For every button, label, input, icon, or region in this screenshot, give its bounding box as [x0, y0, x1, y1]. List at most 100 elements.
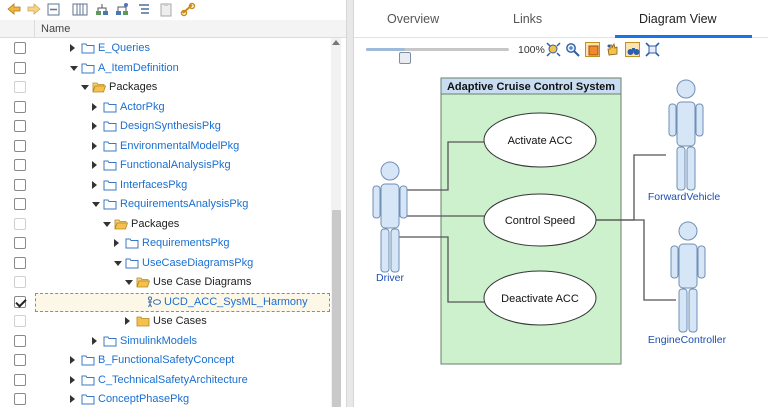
tree-row-label[interactable]: InterfacesPkg	[120, 179, 187, 191]
collapse-arrow-icon[interactable]	[114, 260, 122, 266]
tree-row[interactable]: UseCaseDiagramsPkg	[0, 254, 330, 273]
tree-row[interactable]: RequirementsPkg	[0, 234, 330, 253]
scroll-up-icon[interactable]	[332, 40, 340, 45]
expand-arrow-icon[interactable]	[92, 102, 97, 111]
tree-row-label[interactable]: ConceptPhasePkg	[98, 393, 189, 405]
list-icon[interactable]	[136, 2, 152, 17]
diagram-canvas[interactable]: Adaptive Cruise Control System Activate …	[354, 62, 768, 407]
fit-to-window-icon[interactable]	[546, 42, 561, 57]
tree-row-label[interactable]: B_FunctionalSafetyConcept	[98, 354, 234, 366]
tree-row-label[interactable]: UseCaseDiagramsPkg	[142, 257, 253, 269]
tree-row[interactable]: InterfacesPkg	[0, 176, 330, 195]
row-checkbox[interactable]	[14, 100, 26, 113]
tree-scrollbar[interactable]	[331, 38, 341, 407]
expand-arrow-icon[interactable]	[125, 317, 130, 325]
folder-icon	[81, 374, 95, 386]
expand-arrow-icon[interactable]	[92, 336, 97, 345]
actor-engine-controller[interactable]	[670, 221, 706, 333]
row-checkbox[interactable]	[14, 334, 26, 347]
expand-arrow-icon[interactable]	[114, 239, 119, 247]
tree-row[interactable]: Packages	[0, 78, 330, 97]
row-checkbox[interactable]	[14, 178, 26, 191]
expand-arrow-icon[interactable]	[70, 356, 75, 364]
clipboard-icon[interactable]	[158, 2, 174, 17]
row-checkbox[interactable]	[14, 42, 26, 54]
actor-forward-vehicle[interactable]	[668, 79, 704, 191]
columns-icon[interactable]	[72, 2, 88, 17]
expand-arrow-icon[interactable]	[92, 180, 97, 189]
row-checkbox[interactable]	[14, 315, 26, 327]
tree-row-label[interactable]: EnvironmentalModelPkg	[120, 140, 239, 152]
link-icon[interactable]	[180, 2, 196, 17]
tree-row-label[interactable]: DesignSynthesisPkg	[120, 120, 221, 132]
row-checkbox[interactable]	[14, 295, 26, 308]
collapse-arrow-icon[interactable]	[92, 202, 100, 207]
tree-row[interactable]: FunctionalAnalysisPkg	[0, 156, 330, 175]
tree-row-label[interactable]: FunctionalAnalysisPkg	[120, 159, 231, 171]
expand-arrow-icon[interactable]	[92, 122, 97, 130]
tree-row-label[interactable]: ActorPkg	[120, 101, 165, 113]
hierarchy-icon[interactable]	[94, 2, 110, 17]
row-checkbox[interactable]	[14, 61, 26, 74]
tree-row[interactable]: A_ItemDefinition	[0, 59, 330, 78]
expand-arrow-icon[interactable]	[70, 395, 75, 403]
collapse-arrow-icon[interactable]	[81, 85, 89, 90]
row-checkbox[interactable]	[14, 354, 26, 366]
collapse-arrow-icon[interactable]	[125, 280, 133, 285]
expand-arrow-icon[interactable]	[70, 375, 75, 384]
scrollbar-thumb[interactable]	[332, 210, 341, 407]
expand-canvas-icon[interactable]	[645, 42, 660, 57]
row-checkbox[interactable]	[14, 393, 26, 405]
tree-row[interactable]: E_Queries	[0, 39, 330, 58]
tree-row-label[interactable]: RequirementsPkg	[142, 237, 229, 249]
row-checkbox[interactable]	[14, 159, 26, 171]
row-checkbox[interactable]	[14, 256, 26, 269]
tree-row[interactable]: ActorPkg	[0, 98, 330, 117]
tab-diagram-view[interactable]: Diagram View	[639, 12, 717, 26]
overview-binoculars-icon[interactable]	[625, 42, 640, 57]
tree-row[interactable]: B_FunctionalSafetyConcept	[0, 351, 330, 370]
row-checkbox[interactable]	[14, 373, 26, 386]
back-arrow-icon[interactable]	[6, 2, 22, 17]
row-checkbox[interactable]	[14, 276, 26, 288]
row-checkbox[interactable]	[14, 237, 26, 249]
hierarchy-filter-icon[interactable]	[114, 2, 130, 17]
tree-row-label[interactable]: A_ItemDefinition	[98, 62, 179, 74]
tree-row[interactable]: UCD_ACC_SysML_Harmony	[0, 292, 330, 312]
tree-row-label[interactable]: UCD_ACC_SysML_Harmony	[164, 296, 308, 308]
tree-row[interactable]: ConceptPhasePkg	[0, 390, 330, 409]
tree-row[interactable]: RequirementsAnalysisPkg	[0, 195, 330, 214]
tree-row[interactable]: Use Cases	[0, 312, 330, 331]
tree-row[interactable]: EnvironmentalModelPkg	[0, 137, 330, 156]
pane-splitter[interactable]	[346, 0, 354, 407]
tree-row-label[interactable]: RequirementsAnalysisPkg	[120, 198, 248, 210]
row-checkbox[interactable]	[14, 198, 26, 210]
tree-row[interactable]: DesignSynthesisPkg	[0, 117, 330, 136]
expand-arrow-icon[interactable]	[70, 44, 75, 52]
row-checkbox[interactable]	[14, 139, 26, 152]
expand-arrow-icon[interactable]	[92, 161, 97, 169]
tree-row-label[interactable]: SimulinkModels	[120, 335, 197, 347]
zoom-in-icon[interactable]	[565, 42, 580, 57]
row-checkbox[interactable]	[14, 81, 26, 93]
tab-overview[interactable]: Overview	[387, 12, 439, 26]
collapse-arrow-icon[interactable]	[103, 221, 111, 227]
row-checkbox[interactable]	[14, 120, 26, 132]
row-checkbox[interactable]	[14, 217, 26, 230]
forward-arrow-icon[interactable]	[26, 2, 42, 17]
tree-row-label[interactable]: C_TechnicalSafetyArchitecture	[98, 374, 248, 386]
expand-arrow-icon[interactable]	[92, 141, 97, 150]
hand-icon[interactable]	[605, 42, 620, 57]
tree-row[interactable]: Packages	[0, 215, 330, 234]
tree-row-label[interactable]: E_Queries	[98, 42, 150, 54]
zoom-slider[interactable]	[366, 48, 509, 64]
tab-links[interactable]: Links	[513, 12, 542, 26]
tree-row[interactable]: Use Case Diagrams	[0, 273, 330, 292]
collapse-arrow-icon[interactable]	[70, 65, 78, 71]
collapse-all-icon[interactable]	[46, 2, 62, 17]
select-mode-icon[interactable]	[585, 42, 600, 57]
tree-row[interactable]: C_TechnicalSafetyArchitecture	[0, 371, 330, 390]
tree-row[interactable]: SimulinkModels	[0, 332, 330, 351]
actor-driver[interactable]	[372, 161, 408, 273]
tree-column-header[interactable]: Name	[0, 20, 346, 38]
